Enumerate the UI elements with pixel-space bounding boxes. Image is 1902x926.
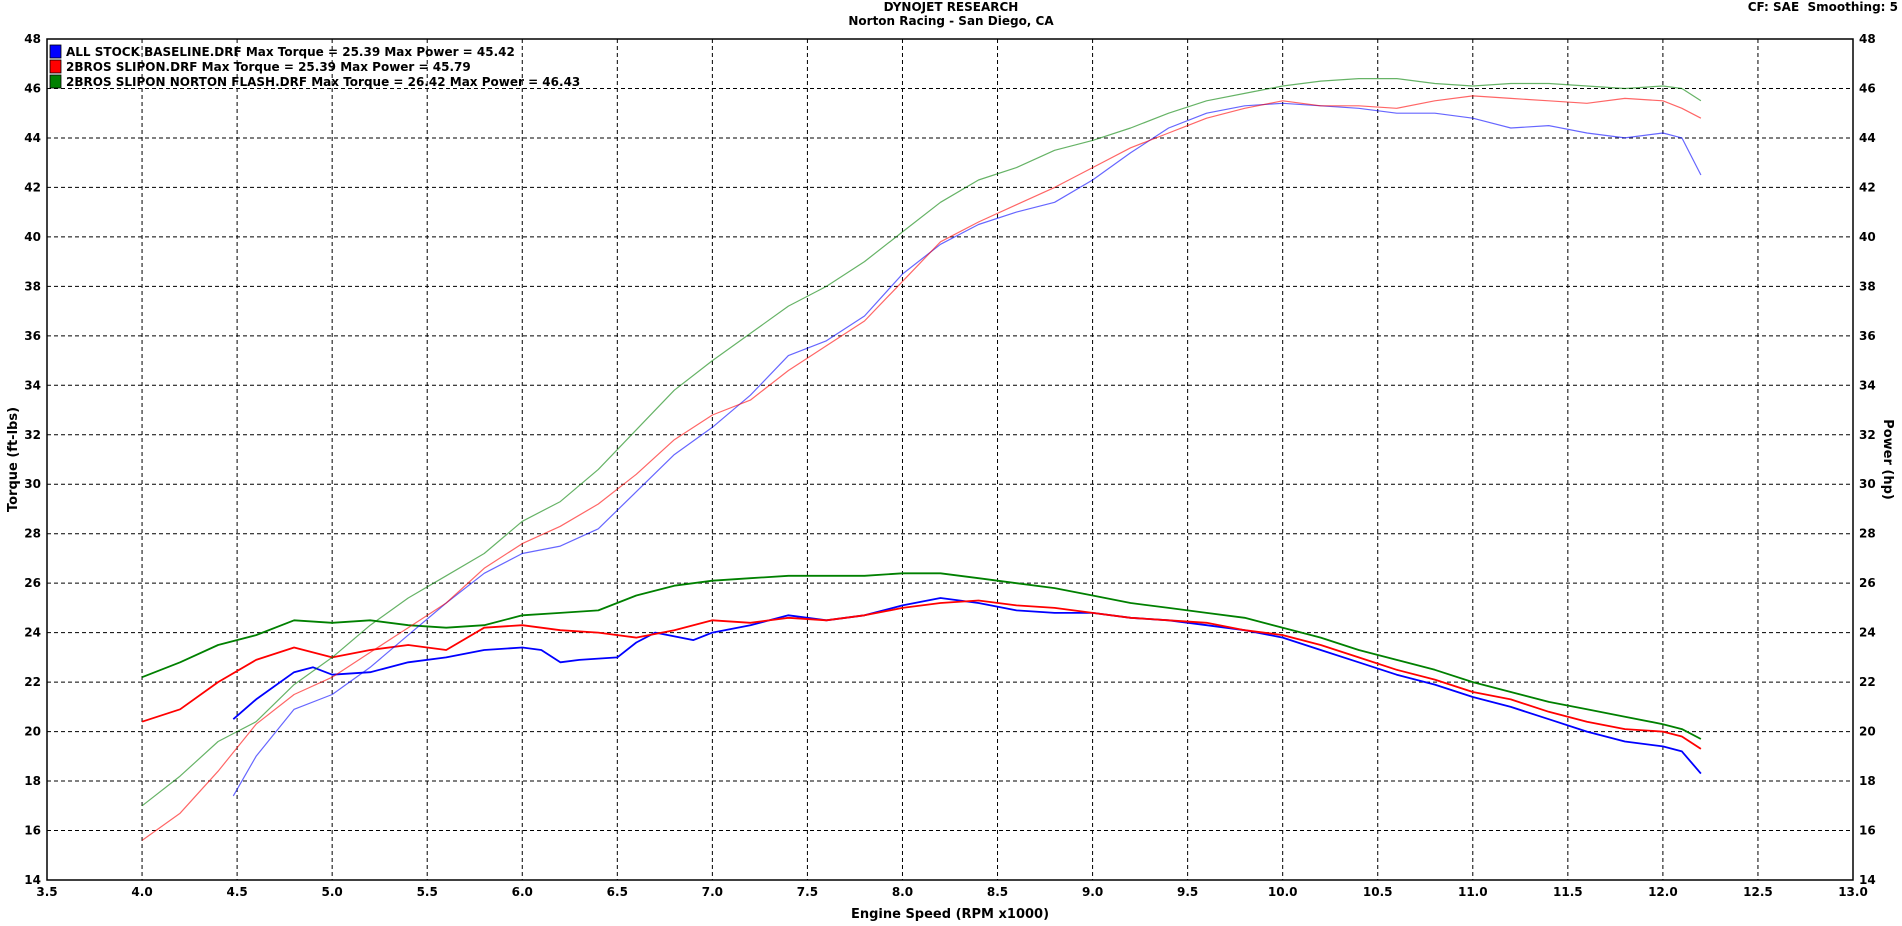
y-tick-label: 26 [24, 576, 41, 590]
y-tick-label: 28 [24, 527, 41, 541]
x-tick-label: 13.0 [1838, 885, 1868, 899]
x-tick-label: 4.0 [131, 885, 152, 899]
y2-tick-label: 22 [1859, 675, 1876, 689]
x-tick-label: 8.5 [987, 885, 1008, 899]
y2-tick-label: 34 [1859, 378, 1876, 392]
y-axis-label: Torque (ft-lbs) [6, 407, 21, 512]
y-tick-label: 48 [24, 32, 41, 46]
y2-tick-label: 16 [1859, 824, 1876, 838]
y2-tick-label: 40 [1859, 230, 1876, 244]
y-tick-label: 40 [24, 230, 41, 244]
legend-swatch [49, 44, 62, 59]
y-tick-label: 46 [24, 81, 41, 95]
x-tick-label: 12.5 [1743, 885, 1773, 899]
legend-entry: 2BROS SLIPON NORTON FLASH.DRF Max Torque… [66, 75, 580, 89]
x-tick-label: 3.5 [36, 885, 57, 899]
y2-tick-label: 30 [1859, 477, 1876, 491]
y-tick-label: 38 [24, 279, 41, 293]
x-tick-label: 5.0 [322, 885, 343, 899]
y-tick-label: 14 [24, 873, 41, 887]
x-tick-label: 10.5 [1363, 885, 1393, 899]
legend-entry: ALL STOCK BASELINE.DRF Max Torque = 25.3… [66, 45, 515, 59]
plot-area [47, 39, 1853, 880]
legend-swatch [49, 59, 62, 74]
x-tick-label: 9.5 [1177, 885, 1198, 899]
y-tick-label: 24 [24, 626, 41, 640]
y-tick-label: 42 [24, 180, 41, 194]
y2-tick-label: 28 [1859, 527, 1876, 541]
y-tick-label: 30 [24, 477, 41, 491]
x-tick-label: 6.0 [512, 885, 533, 899]
y2-tick-label: 46 [1859, 81, 1876, 95]
y-tick-label: 32 [24, 428, 41, 442]
y2-tick-label: 48 [1859, 32, 1876, 46]
y-tick-label: 20 [24, 725, 41, 739]
x-tick-label: 7.5 [797, 885, 818, 899]
x-tick-label: 5.5 [417, 885, 438, 899]
y2-tick-label: 38 [1859, 279, 1876, 293]
x-axis-label: Engine Speed (RPM x1000) [851, 907, 1049, 922]
y-tick-label: 18 [24, 774, 41, 788]
y2-tick-label: 36 [1859, 329, 1876, 343]
x-tick-label: 7.0 [702, 885, 723, 899]
y2-tick-label: 18 [1859, 774, 1876, 788]
x-tick-label: 6.5 [607, 885, 628, 899]
y2-tick-label: 26 [1859, 576, 1876, 590]
x-tick-label: 4.5 [226, 885, 247, 899]
y2-tick-label: 32 [1859, 428, 1876, 442]
x-tick-label: 11.5 [1553, 885, 1583, 899]
y2-tick-label: 42 [1859, 180, 1876, 194]
x-tick-label: 8.0 [892, 885, 913, 899]
y2-tick-label: 20 [1859, 725, 1876, 739]
legend-entry: 2BROS SLIPON.DRF Max Torque = 25.39 Max … [66, 60, 471, 74]
y2-axis-label: Power (hp) [1880, 419, 1895, 500]
y-tick-label: 44 [24, 131, 41, 145]
y-tick-label: 34 [24, 378, 41, 392]
x-tick-label: 9.0 [1082, 885, 1103, 899]
y-tick-label: 22 [24, 675, 41, 689]
y-tick-label: 36 [24, 329, 41, 343]
y2-tick-label: 44 [1859, 131, 1876, 145]
x-tick-label: 11.0 [1458, 885, 1488, 899]
x-tick-label: 10.0 [1268, 885, 1298, 899]
x-tick-label: 12.0 [1648, 885, 1678, 899]
legend-swatch [49, 74, 62, 89]
y2-tick-label: 24 [1859, 626, 1876, 640]
dyno-chart: 3.5 4.0 4.5 5.0 5.5 6.0 6.5 7.0 7.5 8.0 8.5 9.0 9.5 1… [6, 32, 1895, 922]
y2-tick-label: 14 [1859, 873, 1876, 887]
y-tick-label: 16 [24, 824, 41, 838]
